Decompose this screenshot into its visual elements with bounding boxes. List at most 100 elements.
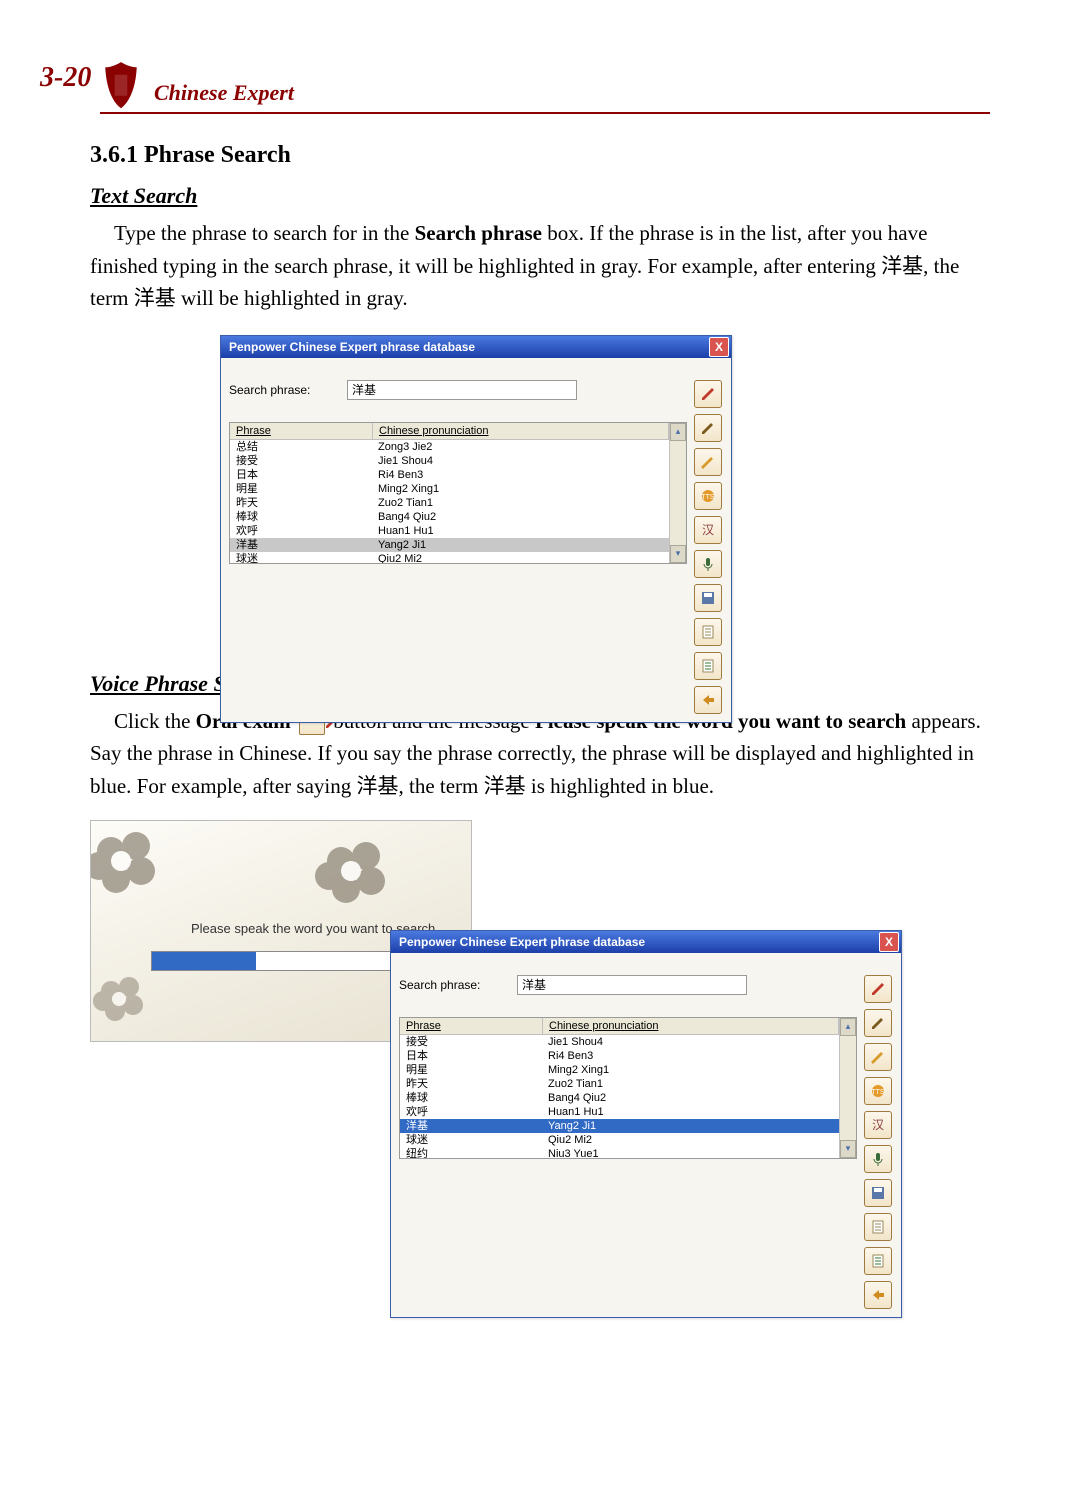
pronunciation-cell: Zuo2 Tian1 xyxy=(372,496,669,510)
save-button[interactable] xyxy=(864,1179,892,1207)
scroll-down-icon[interactable]: ▾ xyxy=(670,545,686,563)
edit-button[interactable] xyxy=(864,1009,892,1037)
table-row[interactable]: 日本Ri4 Ben3 xyxy=(400,1049,839,1063)
pronunciation-cell: Ri4 Ben3 xyxy=(542,1049,839,1063)
phrase-db-window-2: Penpower Chinese Expert phrase database … xyxy=(390,930,902,1318)
table-row[interactable]: 洋基Yang2 Ji1 xyxy=(400,1119,839,1133)
table-row[interactable]: 昨天Zuo2 Tian1 xyxy=(230,496,669,510)
pencil-button[interactable] xyxy=(694,448,722,476)
svg-text:汉: 汉 xyxy=(872,1118,884,1132)
table-row[interactable]: 欢呼Huan1 Hu1 xyxy=(230,524,669,538)
tool-column: TTS 汉 xyxy=(693,366,723,714)
table-row[interactable]: 棒球Bang4 Qiu2 xyxy=(400,1091,839,1105)
col-phrase[interactable]: Phrase xyxy=(230,423,373,439)
window-titlebar[interactable]: Penpower Chinese Expert phrase database … xyxy=(221,336,731,358)
text-search-heading: Text Search xyxy=(90,183,990,209)
phrase-cell: 洋基 xyxy=(400,1119,542,1133)
svg-text:TTS: TTS xyxy=(871,1089,885,1096)
scroll-up-icon[interactable]: ▴ xyxy=(670,423,686,441)
table-row[interactable]: 总结Zong3 Jie2 xyxy=(230,440,669,454)
mic-button[interactable] xyxy=(864,1145,892,1173)
search-input[interactable]: 洋基 xyxy=(517,975,747,995)
pronunciation-cell: Zong3 Jie2 xyxy=(372,440,669,454)
table-row[interactable]: 明星Ming2 Xing1 xyxy=(230,482,669,496)
tool-column: TTS 汉 xyxy=(863,961,893,1309)
table-row[interactable]: 接受Jie1 Shou4 xyxy=(230,454,669,468)
window-title: Penpower Chinese Expert phrase database xyxy=(229,340,475,354)
phrase-cell: 接受 xyxy=(400,1035,542,1049)
table-row[interactable]: 欢呼Huan1 Hu1 xyxy=(400,1105,839,1119)
pronunciation-cell: Ming2 Xing1 xyxy=(372,482,669,496)
phrase-cell: 球迷 xyxy=(400,1133,542,1147)
edit-button[interactable] xyxy=(694,414,722,442)
oral-exam-button[interactable] xyxy=(864,975,892,1003)
phrase-cell: 欢呼 xyxy=(400,1105,542,1119)
doc2-button[interactable] xyxy=(694,652,722,680)
phrase-cell: 欢呼 xyxy=(230,524,372,538)
phrase-cell: 日本 xyxy=(230,468,372,482)
phrase-cell: 球迷 xyxy=(230,552,372,563)
v-scrollbar[interactable]: ▴ ▾ xyxy=(669,423,686,563)
table-row[interactable]: 球迷Qiu2 Mi2 xyxy=(230,552,669,563)
phrase-db-window: Penpower Chinese Expert phrase database … xyxy=(220,335,732,723)
svg-text:汉: 汉 xyxy=(702,523,714,537)
pronunciation-cell: Jie1 Shou4 xyxy=(372,454,669,468)
phrase-cell: 昨天 xyxy=(400,1077,542,1091)
doc2-button[interactable] xyxy=(864,1247,892,1275)
pronunciation-cell: Jie1 Shou4 xyxy=(542,1035,839,1049)
table-row[interactable]: 接受Jie1 Shou4 xyxy=(400,1035,839,1049)
v-scrollbar[interactable]: ▴ ▾ xyxy=(839,1018,856,1158)
table-row[interactable]: 明星Ming2 Xing1 xyxy=(400,1063,839,1077)
speech-button[interactable]: TTS xyxy=(694,482,722,510)
doc1-button[interactable] xyxy=(694,618,722,646)
search-input[interactable]: 洋基 xyxy=(347,380,577,400)
speech-button[interactable]: TTS xyxy=(864,1077,892,1105)
col-pronunciation[interactable]: Chinese pronunciation xyxy=(543,1018,839,1034)
header-title: Chinese Expert xyxy=(154,80,294,106)
page-number: 3-20 xyxy=(40,62,91,94)
scroll-up-icon[interactable]: ▴ xyxy=(840,1018,856,1036)
back-button[interactable] xyxy=(694,686,722,714)
table-row[interactable]: 棒球Bang4 Qiu2 xyxy=(230,510,669,524)
pronunciation-cell: Qiu2 Mi2 xyxy=(372,552,669,563)
flower-icon xyxy=(301,821,411,931)
scroll-down-icon[interactable]: ▾ xyxy=(840,1140,856,1158)
pencil-button[interactable] xyxy=(864,1043,892,1071)
pronunciation-cell: Huan1 Hu1 xyxy=(372,524,669,538)
phrase-cell: 纽约 xyxy=(400,1147,542,1158)
col-phrase[interactable]: Phrase xyxy=(400,1018,543,1034)
pronunciation-cell: Yang2 Ji1 xyxy=(372,538,669,552)
section-heading: 3.6.1 Phrase Search xyxy=(90,142,990,169)
phrase-cell: 洋基 xyxy=(230,538,372,552)
svg-text:TTS: TTS xyxy=(701,494,715,501)
doc1-button[interactable] xyxy=(864,1213,892,1241)
logo-icon xyxy=(100,60,142,110)
char-button[interactable]: 汉 xyxy=(694,516,722,544)
search-phrase-label: Search phrase: xyxy=(229,383,339,397)
flower-icon xyxy=(90,820,181,921)
save-button[interactable] xyxy=(694,584,722,612)
pronunciation-cell: Bang4 Qiu2 xyxy=(542,1091,839,1105)
table-row[interactable]: 昨天Zuo2 Tian1 xyxy=(400,1077,839,1091)
table-row[interactable]: 日本Ri4 Ben3 xyxy=(230,468,669,482)
col-pronunciation[interactable]: Chinese pronunciation xyxy=(373,423,669,439)
back-button[interactable] xyxy=(864,1281,892,1309)
close-icon[interactable]: X xyxy=(879,932,899,952)
pronunciation-cell: Bang4 Qiu2 xyxy=(372,510,669,524)
pronunciation-cell: Qiu2 Mi2 xyxy=(542,1133,839,1147)
window-title: Penpower Chinese Expert phrase database xyxy=(399,935,645,949)
phrase-list[interactable]: Phrase Chinese pronunciation 接受Jie1 Shou… xyxy=(399,1017,857,1159)
table-row[interactable]: 洋基Yang2 Ji1 xyxy=(230,538,669,552)
table-row[interactable]: 纽约Niu3 Yue1 xyxy=(400,1147,839,1158)
window-titlebar[interactable]: Penpower Chinese Expert phrase database … xyxy=(391,931,901,953)
mic-button[interactable] xyxy=(694,550,722,578)
phrase-list[interactable]: Phrase Chinese pronunciation 总结Zong3 Jie… xyxy=(229,422,687,564)
close-icon[interactable]: X xyxy=(709,337,729,357)
pronunciation-cell: Zuo2 Tian1 xyxy=(542,1077,839,1091)
search-phrase-label: Search phrase: xyxy=(399,978,509,992)
text-search-paragraph: Type the phrase to search for in the Sea… xyxy=(90,217,990,315)
char-button[interactable]: 汉 xyxy=(864,1111,892,1139)
table-row[interactable]: 球迷Qiu2 Mi2 xyxy=(400,1133,839,1147)
pronunciation-cell: Ming2 Xing1 xyxy=(542,1063,839,1077)
oral-exam-button[interactable] xyxy=(694,380,722,408)
